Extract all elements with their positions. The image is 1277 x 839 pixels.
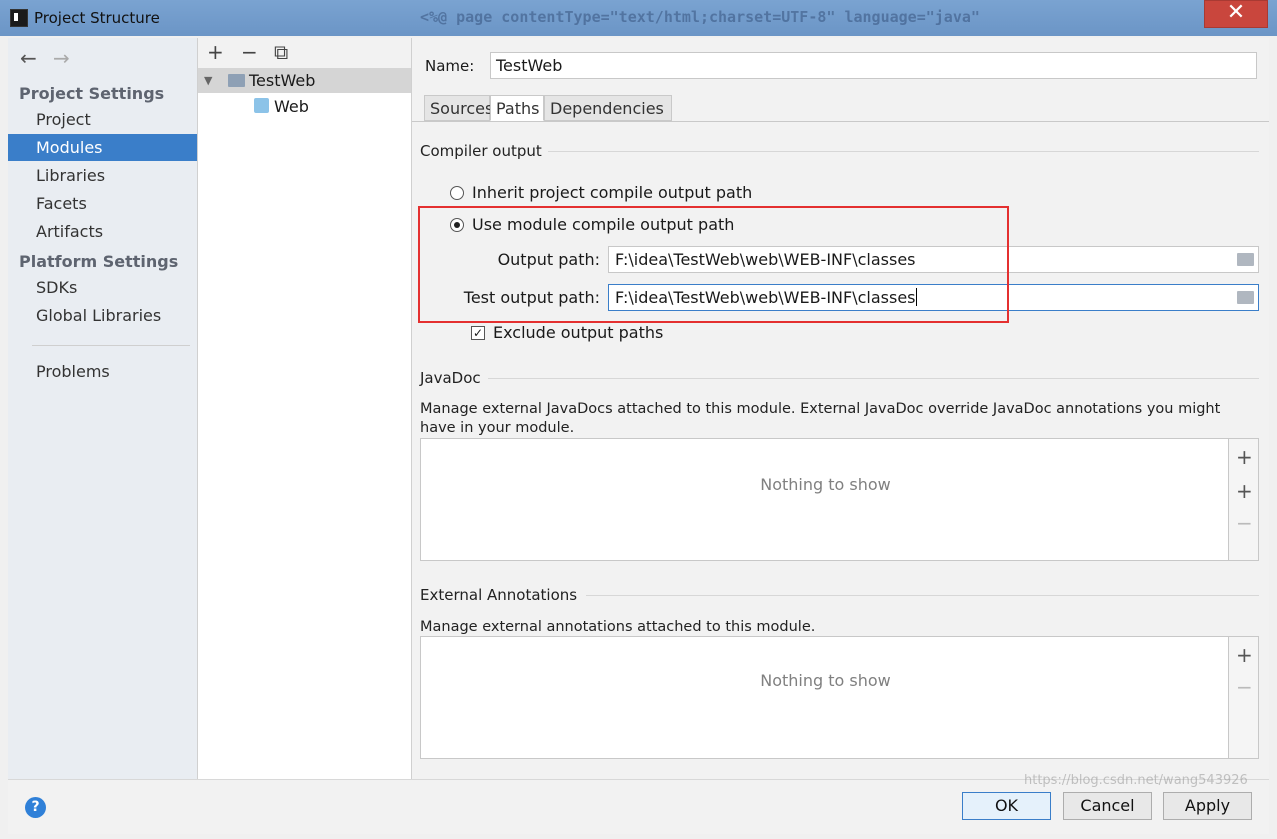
- empty-list-text: Nothing to show: [760, 475, 891, 494]
- ok-button[interactable]: OK: [962, 792, 1051, 820]
- browse-folder-icon[interactable]: [1237, 291, 1254, 304]
- tree-node-web[interactable]: Web: [198, 94, 411, 119]
- module-tree-pane: + − ⧉ ▼ TestWeb Web: [198, 38, 412, 779]
- back-arrow-icon[interactable]: ←: [20, 46, 37, 70]
- close-icon: ✕: [1226, 0, 1246, 25]
- external-annotations-list-toolbar: + −: [1229, 636, 1259, 759]
- dialog-content: ← → Project Settings Project Modules Lib…: [8, 38, 1269, 834]
- tree-node-label: TestWeb: [249, 71, 316, 90]
- javadoc-title: JavaDoc: [420, 369, 481, 387]
- close-button[interactable]: ✕: [1204, 0, 1268, 28]
- add-url-icon[interactable]: +: [1236, 479, 1253, 503]
- nav-item-libraries[interactable]: Libraries: [8, 162, 197, 189]
- module-toolbar: + − ⧉: [198, 38, 411, 68]
- background-editor-text: <%@ page contentType="text/html;charset=…: [420, 8, 980, 26]
- inherit-path-radio[interactable]: [450, 186, 464, 200]
- help-icon[interactable]: ?: [25, 797, 46, 818]
- chevron-down-icon[interactable]: ▼: [204, 68, 212, 93]
- window-title: Project Structure: [34, 9, 160, 27]
- forward-arrow-icon[interactable]: →: [53, 46, 70, 70]
- add-icon[interactable]: +: [207, 40, 224, 64]
- remove-icon[interactable]: −: [1236, 511, 1253, 535]
- intellij-app-icon: [10, 9, 28, 27]
- module-folder-icon: [228, 74, 245, 87]
- add-icon[interactable]: +: [1236, 445, 1253, 469]
- tab-sources[interactable]: Sources: [424, 95, 493, 121]
- group-divider: [586, 595, 1259, 596]
- browse-folder-icon[interactable]: [1237, 253, 1254, 266]
- nav-item-facets[interactable]: Facets: [8, 190, 197, 217]
- project-settings-header: Project Settings: [19, 84, 165, 103]
- title-bar[interactable]: Project Structure <%@ page contentType="…: [0, 0, 1277, 36]
- tab-dependencies[interactable]: Dependencies: [544, 95, 672, 121]
- nav-item-problems[interactable]: Problems: [8, 358, 197, 385]
- exclude-output-label[interactable]: Exclude output paths: [493, 323, 663, 342]
- project-structure-window: Project Structure <%@ page contentType="…: [0, 0, 1277, 839]
- javadoc-list-toolbar: + + −: [1229, 438, 1259, 561]
- module-detail-panel: Name: TestWeb Sources Paths Dependencies…: [412, 38, 1269, 779]
- tab-divider: [412, 121, 1269, 122]
- javadoc-description: Manage external JavaDocs attached to thi…: [420, 401, 1221, 436]
- empty-list-text: Nothing to show: [760, 671, 891, 690]
- module-name-input[interactable]: TestWeb: [490, 52, 1257, 79]
- external-annotations-list[interactable]: Nothing to show: [420, 636, 1229, 759]
- highlight-annotation-box: [418, 206, 1009, 323]
- nav-item-sdks[interactable]: SDKs: [8, 274, 197, 301]
- settings-navigation: ← → Project Settings Project Modules Lib…: [8, 38, 198, 779]
- group-divider: [488, 378, 1259, 379]
- javadoc-list[interactable]: Nothing to show: [420, 438, 1229, 561]
- tree-node-testweb[interactable]: ▼ TestWeb: [198, 68, 411, 93]
- cancel-button[interactable]: Cancel: [1063, 792, 1152, 820]
- web-facet-icon: [254, 98, 269, 113]
- nav-item-artifacts[interactable]: Artifacts: [8, 218, 197, 245]
- compiler-output-title: Compiler output: [420, 142, 542, 160]
- remove-icon[interactable]: −: [1236, 675, 1253, 699]
- exclude-output-checkbox[interactable]: ✓: [471, 326, 485, 340]
- group-divider: [548, 151, 1259, 152]
- nav-item-modules[interactable]: Modules: [8, 134, 197, 161]
- name-label: Name:: [425, 57, 475, 75]
- inherit-path-label[interactable]: Inherit project compile output path: [472, 183, 752, 202]
- add-icon[interactable]: +: [1236, 643, 1253, 667]
- external-annotations-description: Manage external annotations attached to …: [420, 619, 816, 635]
- nav-item-project[interactable]: Project: [8, 106, 197, 133]
- tree-node-label: Web: [274, 97, 309, 116]
- tab-paths[interactable]: Paths: [490, 95, 544, 121]
- copy-icon[interactable]: ⧉: [274, 40, 288, 64]
- apply-button[interactable]: Apply: [1163, 792, 1252, 820]
- nav-divider: [32, 345, 190, 346]
- remove-icon[interactable]: −: [241, 40, 258, 64]
- external-annotations-title: External Annotations: [420, 586, 578, 604]
- platform-settings-header: Platform Settings: [19, 252, 179, 271]
- watermark-text: https://blog.csdn.net/wang543926: [1024, 773, 1248, 788]
- nav-item-global-libraries[interactable]: Global Libraries: [8, 302, 197, 329]
